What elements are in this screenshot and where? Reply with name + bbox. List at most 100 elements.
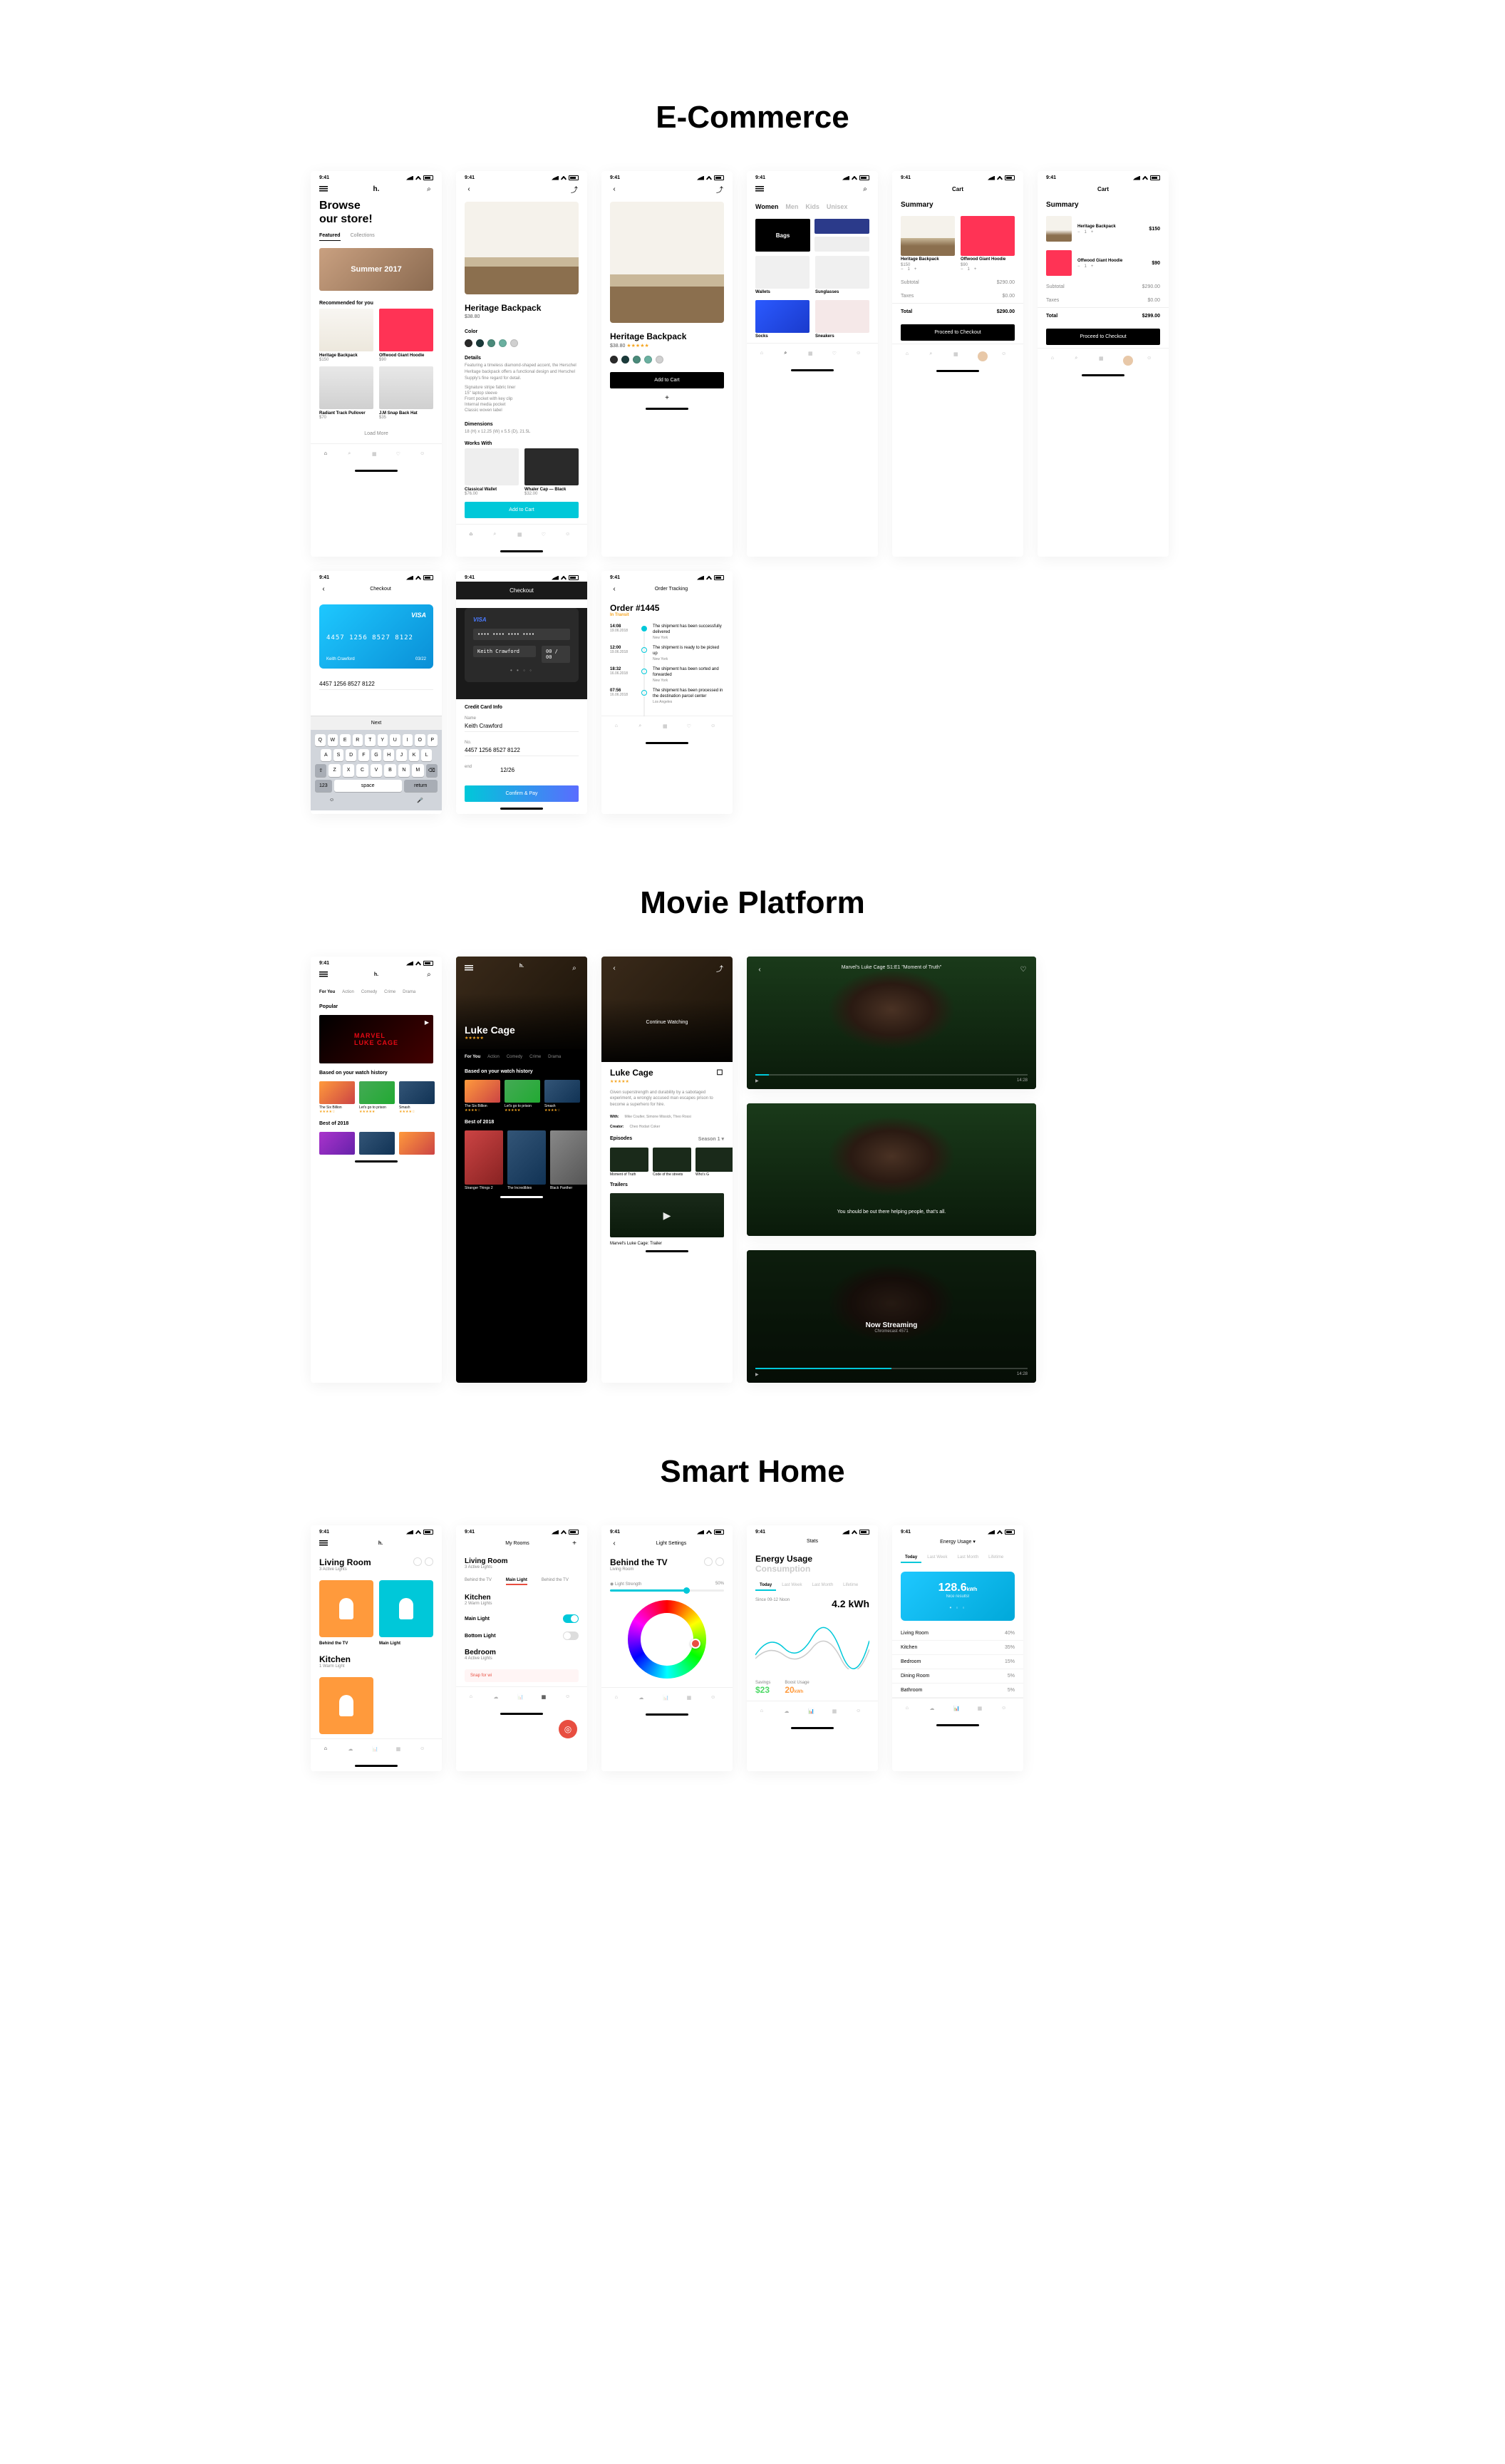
product-card[interactable]: J.M Snap Back Hat$35 — [379, 366, 433, 420]
heart-icon[interactable]: ♡ — [1019, 965, 1028, 974]
tab-heart-icon[interactable]: ♡ — [396, 451, 405, 460]
card-number-field[interactable]: •••• •••• •••• •••• — [473, 629, 570, 640]
screen-movie-detail: ‹⤴ Continue Watching Luke Cage☐ ★★★★★ Gi… — [601, 957, 733, 1383]
back-icon[interactable]: ‹ — [610, 185, 619, 193]
episode-thumb[interactable]: Code of the streets — [653, 1148, 691, 1177]
episode-thumb[interactable]: Who's G — [695, 1148, 733, 1177]
related-item[interactable]: Whaler Cap — Black$32.00 — [524, 448, 579, 496]
category-bags[interactable]: Bags — [755, 219, 810, 252]
movie-thumb[interactable]: The Six Billion★★★★☆ — [319, 1081, 355, 1114]
menu-icon[interactable] — [755, 185, 764, 193]
screen-product-compact: 9:41 ‹⤴ Heritage Backpack $38.80 ★★★★★ A… — [601, 171, 733, 557]
cart-item[interactable]: Heritage Backpack$150−1+ — [901, 216, 955, 272]
movie-hero[interactable]: h.⌕ Luke Cage ★★★★★ — [456, 957, 587, 1049]
light-toggle[interactable] — [563, 1632, 579, 1640]
tab-home-icon[interactable]: ⌂ — [324, 451, 333, 460]
category-item[interactable]: Sneakers — [815, 300, 869, 339]
screen-player-streaming[interactable]: ‹Marvel's Luke Cage S1:E1 "Moment of Tru… — [747, 1250, 1036, 1383]
proceed-checkout-button[interactable]: Proceed to Checkout — [1046, 329, 1160, 345]
swatch[interactable] — [510, 339, 518, 347]
tab-user-icon[interactable]: ☺ — [420, 451, 428, 460]
tab-unisex[interactable]: Unisex — [827, 203, 848, 210]
related-item[interactable]: Classical Wallet$76.00 — [465, 448, 519, 496]
fab-button[interactable]: ◎ — [559, 1720, 577, 1738]
swatch[interactable] — [487, 339, 495, 347]
search-icon[interactable]: ⌕ — [861, 185, 869, 193]
card-exp-field[interactable]: 00 / 00 — [542, 646, 570, 663]
tab-kids[interactable]: Kids — [805, 203, 819, 210]
category-item[interactable]: Socks — [755, 300, 810, 339]
tab-men[interactable]: Men — [785, 203, 798, 210]
tracking-event: 18:3216.06.2018The shipment has been sor… — [601, 664, 733, 686]
movie-thumb[interactable] — [319, 1132, 355, 1155]
emoji-icon[interactable]: ☺ — [329, 798, 334, 803]
card-number-input[interactable]: 4457 1256 8527 8122 — [319, 679, 433, 690]
movie-poster[interactable]: The Incredibles — [507, 1130, 546, 1190]
season-selector[interactable]: Season 1 ▾ — [698, 1136, 724, 1142]
header-dropdown[interactable]: Energy Usage ▾ — [940, 1539, 976, 1545]
scrub-bar[interactable] — [755, 1074, 1028, 1076]
menu-icon[interactable] — [319, 185, 328, 193]
add-icon[interactable]: + — [570, 1539, 579, 1547]
movie-poster[interactable]: Black Panther — [550, 1130, 587, 1190]
card-name-field[interactable]: Keith Crawford — [473, 646, 536, 657]
episode-thumb[interactable]: Moment of Truth — [610, 1148, 648, 1177]
color-wheel[interactable] — [628, 1600, 706, 1679]
category-item[interactable]: Sunglasses — [815, 256, 869, 294]
cart-item[interactable]: Offwood Giant Hoodie$90−1+ — [961, 216, 1015, 272]
mic-icon[interactable]: 🎤 — [417, 798, 423, 803]
share-icon[interactable]: ⤴ — [570, 185, 579, 193]
tab-search-icon[interactable]: ⌕ — [348, 451, 356, 460]
product-card[interactable]: Heritage Backpack$150 — [319, 309, 373, 362]
next-button[interactable]: Next — [311, 716, 442, 730]
device-card[interactable] — [319, 1580, 373, 1637]
order-title: Order #1445 — [601, 599, 733, 613]
product-image[interactable] — [465, 202, 579, 294]
swatch[interactable] — [465, 339, 472, 347]
add-to-cart-button[interactable]: Add to Cart — [610, 372, 724, 388]
back-icon[interactable]: ‹ — [465, 185, 473, 193]
category-item[interactable]: Wallets — [755, 256, 810, 294]
expand-plus[interactable]: + — [601, 391, 733, 405]
cart-item[interactable]: Heritage Backpack−1+$150 — [1038, 212, 1169, 246]
bookmark-icon[interactable]: ☐ — [715, 1068, 724, 1077]
screen-player-subtitle[interactable]: You should be out there helping people, … — [747, 1103, 1036, 1236]
movie-thumb[interactable]: Smash★★★★☆ — [399, 1081, 435, 1114]
search-icon[interactable]: ⌕ — [425, 185, 433, 193]
tabbar: ⌂ ⌕ ▦ ♡ ☺ — [311, 443, 442, 467]
device-card[interactable] — [319, 1677, 373, 1734]
load-more-button[interactable]: Load More — [311, 424, 442, 443]
proceed-checkout-button[interactable]: Proceed to Checkout — [901, 324, 1015, 341]
play-icon[interactable]: ▶ — [755, 1372, 759, 1377]
product-card[interactable]: Offwood Giant Hoodie$90 — [379, 309, 433, 362]
scrub-bar[interactable] — [755, 1368, 1028, 1369]
trailer-thumb[interactable] — [610, 1193, 724, 1237]
movie-thumb[interactable]: Let's go to prison★★★★★ — [359, 1081, 395, 1114]
movie-hero[interactable]: ‹⤴ Continue Watching — [601, 957, 733, 1062]
tab-women[interactable]: Women — [755, 203, 778, 210]
product-image[interactable] — [610, 202, 724, 323]
movie-poster[interactable]: Stranger Things 2 — [465, 1130, 503, 1190]
player-title: Marvel's Luke Cage S1:E1 "Moment of Trut… — [842, 965, 942, 974]
cart-item[interactable]: Offwood Giant Hoodie−1+$90 — [1038, 246, 1169, 280]
hero-banner[interactable]: Summer 2017 — [319, 248, 433, 291]
light-toggle[interactable] — [563, 1614, 579, 1623]
movie-thumb[interactable] — [399, 1132, 435, 1155]
movie-thumb[interactable] — [359, 1132, 395, 1155]
tab-collections[interactable]: Collections — [351, 233, 375, 241]
back-icon[interactable]: ‹ — [755, 965, 764, 974]
device-card[interactable] — [379, 1580, 433, 1637]
add-to-cart-button[interactable]: Add to Cart — [465, 502, 579, 518]
statusbar: 9:41 — [311, 171, 442, 182]
play-icon[interactable]: ▶ — [755, 1078, 759, 1083]
brightness-slider[interactable] — [610, 1589, 724, 1592]
swatch[interactable] — [499, 339, 507, 347]
tab-featured[interactable]: Featured — [319, 233, 341, 241]
screen-player[interactable]: ‹ Marvel's Luke Cage S1:E1 "Moment of Tru… — [747, 957, 1036, 1089]
tab-grid-icon[interactable]: ▦ — [372, 451, 381, 460]
share-icon[interactable]: ⤴ — [715, 185, 724, 193]
popular-poster[interactable]: MARVELLUKE CAGE — [319, 1015, 433, 1063]
swatch[interactable] — [476, 339, 484, 347]
product-card[interactable]: Radiant Track Pullover$70 — [319, 366, 373, 420]
confirm-pay-button[interactable]: Confirm & Pay — [465, 785, 579, 802]
